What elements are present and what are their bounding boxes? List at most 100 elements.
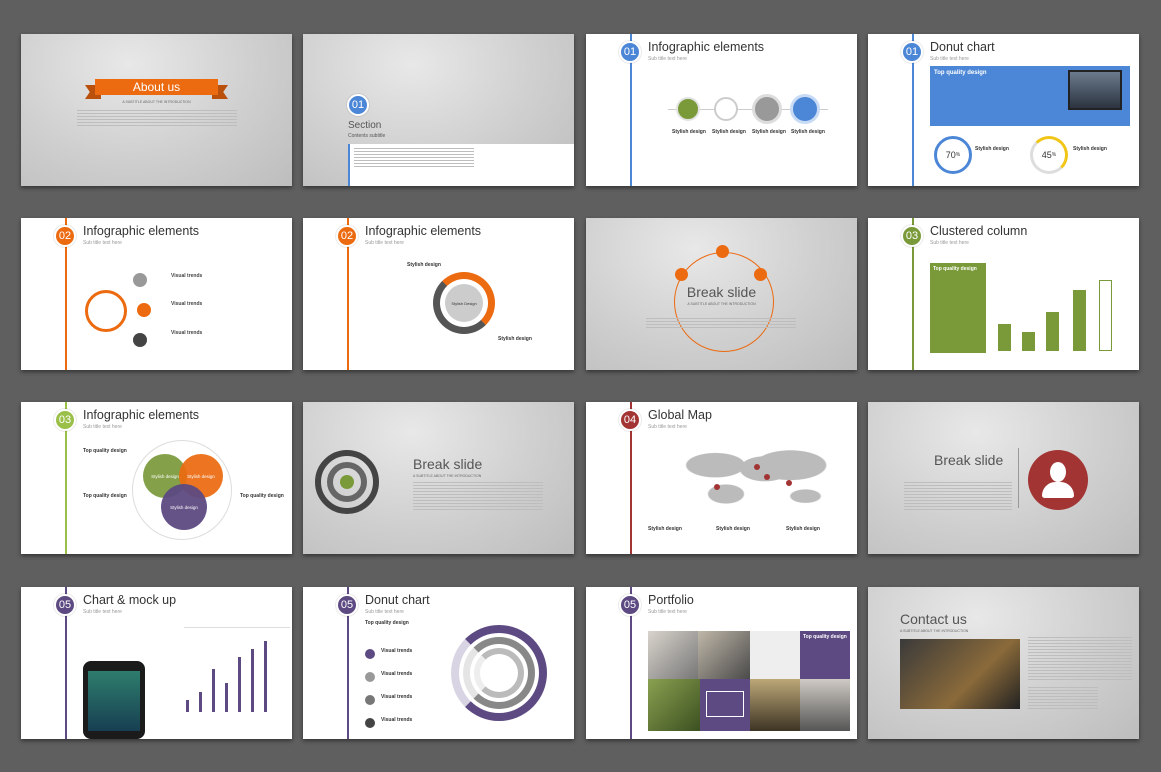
runner-icon [714,97,738,121]
city-photo [900,639,1020,709]
body-text [77,110,237,126]
slide-number-badge: 03 [54,409,76,431]
slide-break-2[interactable]: Break slide A SUBTITLE ABOUT THE INTRODU… [303,402,574,554]
item-label: Visual trends [171,301,203,307]
slide-infographic-01[interactable]: 01 Infographic elements Sub title text h… [586,34,857,186]
photo-lounge [698,631,750,679]
chart-bar [199,692,202,712]
slide-break-3[interactable]: Break slide [868,402,1139,554]
heart-icon [752,94,782,124]
slide-section[interactable]: 01 Section Contents subtitle [303,34,574,186]
slide-title: Chart & mock up [83,593,177,607]
donut-value: 45 [1041,150,1052,160]
slide-number-badge: 01 [901,41,923,63]
body-text [413,482,543,510]
slide-subtitle: Sub title text here [83,424,122,430]
chart-bar [225,683,228,712]
column [998,324,1011,351]
slide-subtitle: Sub title text here [365,240,404,246]
slide-break-1[interactable]: Break slide A SUBTITLE ABOUT THE INTRODU… [586,218,857,370]
slide-infographic-02a[interactable]: 02 Infographic elements Sub title text h… [21,218,292,370]
slide-donut-chart-05[interactable]: 05 Donut chart Sub title text here Top q… [303,587,574,739]
banner-title: Top quality design [365,620,409,626]
map-pin [714,484,720,490]
map-pin [786,480,792,486]
award-icon [790,94,820,124]
body-text [904,482,1012,512]
donut-unit: % [1051,152,1057,158]
chart-bar [186,700,189,712]
slide-subtitle: A SUBTITLE ABOUT THE INTRODUCTION [687,302,756,306]
item-label: Top quality design [83,493,127,499]
item-label: Stylish design [716,526,750,532]
panel-title: Top quality design [933,266,977,272]
slide-title: Contact us [900,611,967,627]
slide-chart-mockup[interactable]: 05 Chart & mock up Sub title text here [21,587,292,739]
purple-caption [700,679,750,731]
slide-subtitle: Sub title text here [930,240,969,246]
column [1022,332,1035,351]
item-label: Stylish design [407,262,441,268]
handshake-icon [133,333,147,347]
banner-title: Top quality design [934,70,987,76]
column [1046,312,1059,351]
slide-number-badge: 04 [619,409,641,431]
laptop-image [1068,70,1122,110]
calendar-icon [137,303,151,317]
slide-subtitle: Sub title text here [648,56,687,62]
slide-subtitle: Sub title text here [83,240,122,246]
slide-number-badge: 01 [619,41,641,63]
slide-number-badge: 02 [336,225,358,247]
item-label: Stylish design [648,526,682,532]
chart-bar [264,641,267,712]
slide-global-map[interactable]: 04 Global Map Sub title text here Stylis… [586,402,857,554]
slide-title: Donut chart [930,40,995,54]
person-icon [1028,450,1088,510]
donut-value: 70 [945,150,956,160]
phone-mockup [83,661,145,739]
cycle-center: Stylish Design [445,284,483,322]
item-label: Visual trends [381,717,413,723]
people-icon [85,290,127,332]
slide-title: Break slide [413,456,483,472]
item-label: Stylish design [712,129,746,135]
slide-about-us[interactable]: About us A SUBTITLE ABOUT THE INTRODUCTI… [21,34,292,186]
slide-subtitle: A SUBTITLE ABOUT THE INTRODUCTION [900,629,969,633]
slide-title: About us [95,79,218,95]
item-label: Visual trends [171,330,203,336]
slide-subtitle: A SUBTITLE ABOUT THE INTRODUCTION [413,474,482,478]
section-subtitle: Contents subtitle [348,133,386,139]
slide-title: Infographic elements [648,40,765,54]
slide-contact-us[interactable]: Contact us A SUBTITLE ABOUT THE INTRODUC… [868,587,1139,739]
slide-donut-chart-01[interactable]: 01 Donut chart Sub title text here Top q… [868,34,1139,186]
item-label: Stylish design [672,129,706,135]
item-label: Visual trends [381,648,413,654]
slide-title: Clustered column [930,224,1028,238]
slide-infographic-03[interactable]: 03 Infographic elements Sub title text h… [21,402,292,554]
slide-number-badge: 02 [54,225,76,247]
venn-circle-purple: Stylish design [161,484,207,530]
item-label: Stylish design [786,526,820,532]
chart-bar [251,649,254,712]
stylish-design-icon [676,97,700,121]
item-label: Stylish design [752,129,786,135]
slide-clustered-column[interactable]: 03 Clustered column Sub title text here … [868,218,1139,370]
photo-blank [750,631,800,679]
column [1099,280,1112,351]
slide-subtitle: Sub title text here [648,609,687,615]
slide-portfolio[interactable]: 05 Portfolio Sub title text here Top qua… [586,587,857,739]
green-panel: Top quality design [930,263,986,353]
body-text [1028,637,1132,681]
slide-title: Break slide [686,284,757,300]
donut-70: 70% [934,136,972,174]
slide-infographic-02b[interactable]: 02 Infographic elements Sub title text h… [303,218,574,370]
map-pin [764,474,770,480]
chart-bar [238,657,241,712]
slide-number-badge: 03 [901,225,923,247]
panel-title: Top quality design [803,634,847,640]
item-label: Visual trends [381,694,413,700]
donut-unit: % [955,152,961,158]
donut-label: Stylish design [1073,146,1107,152]
slide-number-badge: 05 [336,594,358,616]
photo-office [648,631,698,679]
